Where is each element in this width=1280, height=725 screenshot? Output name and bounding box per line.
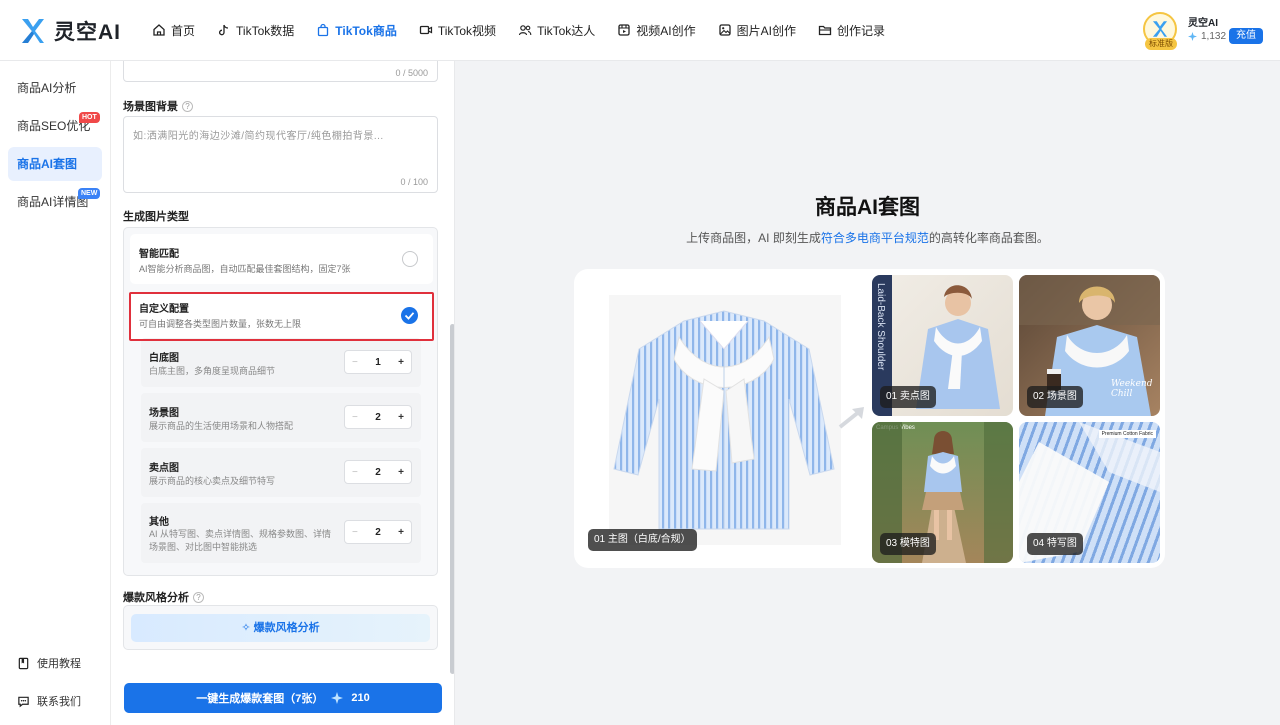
folder-icon [818, 25, 832, 36]
book-icon [18, 657, 29, 669]
sparkle-icon [331, 692, 344, 704]
style-analysis-button[interactable]: ✧ 爆款风格分析 [131, 614, 430, 642]
plus-icon[interactable]: + [398, 527, 404, 538]
description-textarea[interactable]: 0 / 5000 [123, 61, 438, 82]
option-smart-match[interactable]: 智能匹配 AI智能分析商品图，自动匹配最佳套图结构，固定7张 [130, 234, 433, 284]
nav-history[interactable]: 创作记录 [818, 20, 885, 40]
nav-tiktok-data[interactable]: TikTok数据 [217, 20, 294, 40]
row-scene: 场景图 展示商品的生活使用场景和人物搭配 − 2 + [141, 393, 421, 442]
minus-icon[interactable]: − [352, 357, 358, 368]
row-white-bg: 白底图 白底主图，多角度呈现商品细节 − 1 + [141, 338, 421, 387]
page-title: 商品AI套图 [815, 196, 920, 219]
recharge-button[interactable]: 充值 [1229, 28, 1263, 44]
minus-icon[interactable]: − [352, 467, 358, 478]
help-icon[interactable]: ? [193, 591, 204, 603]
caption-detail: 04 特写图 [1027, 533, 1083, 555]
detail-image: Premium Cotton Fabric 04 特写图 [1019, 422, 1160, 563]
caption-main: 01 主图（白底/合规） [588, 529, 697, 551]
film-icon [618, 24, 630, 36]
sparkle-icon [1188, 32, 1197, 41]
credit-balance: 1,132 [1188, 31, 1226, 42]
smart-match-radio[interactable] [402, 251, 418, 267]
top-bar: 灵空AI 首页 TikTok数据 TikTok商品 TikTok视频 TikTo… [0, 0, 1280, 61]
tier-badge: 标准版 [1145, 38, 1177, 50]
page-subtitle: 上传商品图，AI 即刻生成符合多电商平台规范的高转化率商品套图。 [686, 231, 1049, 245]
nav-home[interactable]: 首页 [152, 20, 195, 40]
showcase-card: 01 主图（白底/合规） Laid-Back Shoulder 01 卖点图 W… [574, 269, 1165, 568]
nav-tiktok-creators[interactable]: TikTok达人 [518, 20, 595, 40]
brand-name: 灵空AI [54, 21, 121, 44]
shirt-illustration [609, 295, 841, 545]
hot-badge: HOT [79, 112, 100, 123]
caption-scene: 02 场景图 [1027, 386, 1083, 408]
style-label: 爆款风格分析 ? [123, 589, 204, 605]
arrow-right-icon [838, 407, 864, 429]
nav-image-ai[interactable]: 图片AI创作 [718, 20, 796, 40]
row-other: 其他 AI 从特写图、卖点详情图、规格参数图、详情 场景图、对比图中智能挑选 −… [141, 503, 421, 563]
tiktok-icon [218, 24, 229, 36]
sidebar-item-image-set[interactable]: 商品AI套图 [8, 147, 102, 181]
sidebar-item-product-analysis[interactable]: 商品AI分析 [8, 71, 102, 105]
logo[interactable]: 灵空AI [20, 16, 121, 46]
minus-icon[interactable]: − [352, 412, 358, 423]
style-analysis-box: ✧ 爆款风格分析 [123, 605, 438, 650]
option-custom[interactable]: 自定义配置 可自由调整各类型图片数量，张数无上限 [130, 292, 433, 341]
selling-point-stepper[interactable]: − 2 + [344, 460, 412, 484]
user-name: 灵空AI [1188, 18, 1218, 29]
plus-icon[interactable]: + [398, 467, 404, 478]
users-icon [518, 25, 532, 36]
plus-icon[interactable]: + [398, 357, 404, 368]
avatar-logo-icon [1152, 21, 1168, 37]
main-product-image: 01 主图（白底/合规） [584, 279, 864, 559]
scene-label: 场景图背景 ? [123, 98, 193, 114]
description-counter: 0 / 5000 [395, 68, 428, 78]
white-bg-stepper[interactable]: − 1 + [344, 350, 412, 374]
sidebar-item-seo[interactable]: 商品SEO优化 HOT [8, 109, 102, 143]
image-type-box: 智能匹配 AI智能分析商品图，自动匹配最佳套图结构，固定7张 自定义配置 可自由… [123, 227, 438, 576]
scene-image: Weekend Chill 02 场景图 [1019, 275, 1160, 416]
nav-tiktok-products[interactable]: TikTok商品 [316, 20, 397, 40]
user-panel: 标准版 灵空AI 1,132 充值 [1143, 12, 1273, 52]
plus-icon[interactable]: + [398, 412, 404, 423]
video-icon [419, 25, 432, 35]
model-image: Campus Vibes 03 模特图 [872, 422, 1013, 563]
scene-stepper[interactable]: − 2 + [344, 405, 412, 429]
sell-photo-text: Laid-Back Shoulder [875, 283, 886, 371]
shopping-bag-icon [318, 23, 329, 37]
detail-photo-text: Premium Cotton Fabric [1098, 430, 1156, 438]
main-nav: 首页 TikTok数据 TikTok商品 TikTok视频 TikTok达人 视… [152, 20, 885, 40]
scene-placeholder: 如:洒满阳光的海边沙滩/简约现代客厅/纯色棚拍背景... [133, 131, 384, 142]
new-badge: NEW [78, 188, 101, 199]
custom-check-icon[interactable] [401, 307, 418, 324]
row-selling-point: 卖点图 展示商品的核心卖点及细节特写 − 2 + [141, 448, 421, 497]
logo-icon [22, 19, 44, 43]
sparkle-icon: ✧ [241, 622, 251, 634]
generate-button[interactable]: 一键生成爆款套图（7张） 210 [124, 683, 442, 713]
scene-counter: 0 / 100 [400, 177, 428, 187]
platform-standard-link[interactable]: 符合多电商平台规范 [821, 231, 929, 245]
minus-icon[interactable]: − [352, 527, 358, 538]
selling-point-image: Laid-Back Shoulder 01 卖点图 [872, 275, 1013, 416]
sidebar-contact[interactable]: 联系我们 [17, 693, 81, 709]
help-icon[interactable]: ? [182, 100, 193, 112]
other-stepper[interactable]: − 2 + [344, 520, 412, 544]
caption-selling-point: 01 卖点图 [880, 386, 936, 408]
nav-video-ai[interactable]: 视频AI创作 [617, 20, 696, 40]
home-icon [153, 24, 165, 36]
sidebar-tutorial[interactable]: 使用教程 [17, 655, 81, 671]
scene-photo-text: Weekend Chill [1111, 379, 1153, 399]
chat-icon [18, 696, 29, 707]
main-content: 商品AI套图 上传商品图，AI 即刻生成符合多电商平台规范的高转化率商品套图。 [455, 61, 1280, 725]
sidebar: 商品AI分析 商品SEO优化 HOT 商品AI套图 商品AI详情图 NEW 使用… [0, 61, 111, 725]
image-icon [718, 24, 731, 36]
config-panel: 0 / 5000 场景图背景 ? 如:洒满阳光的海边沙滩/简约现代客厅/纯色棚拍… [111, 61, 455, 725]
sidebar-item-detail-image[interactable]: 商品AI详情图 NEW [8, 185, 102, 219]
caption-model: 03 模特图 [880, 533, 936, 555]
scene-textarea[interactable]: 如:洒满阳光的海边沙滩/简约现代客厅/纯色棚拍背景... 0 / 100 [123, 116, 438, 193]
type-label: 生成图片类型 [123, 211, 189, 223]
nav-tiktok-video[interactable]: TikTok视频 [419, 20, 496, 40]
